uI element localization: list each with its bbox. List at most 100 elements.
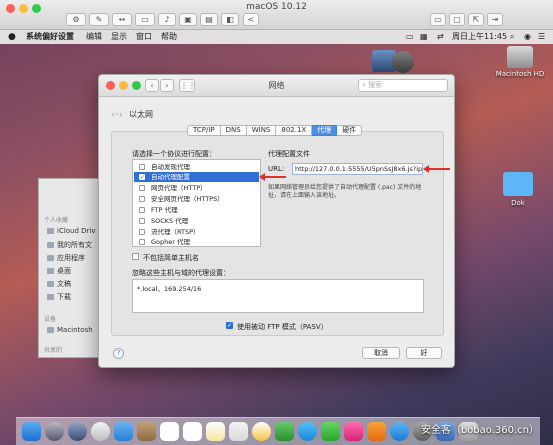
vm-tool-shared-icon[interactable]: ◧ bbox=[221, 13, 239, 26]
exclude-simple-hostnames-checkbox[interactable] bbox=[132, 253, 139, 260]
search-input[interactable]: ⌕ 搜索 bbox=[358, 79, 448, 92]
menu-app[interactable]: 系统偏好设置 bbox=[26, 30, 74, 44]
protocol-label: FTP 代理 bbox=[151, 206, 178, 214]
protocol-ftp[interactable]: FTP 代理 bbox=[134, 205, 259, 215]
itunes-icon[interactable] bbox=[344, 422, 363, 441]
vm-tool-resize-icon[interactable]: ↔ bbox=[112, 13, 132, 26]
vm-tool-fullscreen-icon[interactable]: ⇱ bbox=[468, 13, 484, 26]
tab-tcpip[interactable]: TCP/IP bbox=[187, 125, 221, 136]
cancel-button[interactable]: 取消 bbox=[362, 347, 400, 359]
ok-button[interactable]: 好 bbox=[406, 347, 442, 359]
finder-item-downloads[interactable]: 下载 bbox=[47, 292, 71, 302]
apple-menu-icon[interactable]: ● bbox=[8, 30, 16, 44]
protocol-label: 安全网页代理（HTTPS） bbox=[151, 195, 224, 203]
spotlight-icon[interactable]: ⌕ bbox=[510, 30, 514, 44]
reminders-icon[interactable] bbox=[229, 422, 248, 441]
contacts-icon[interactable] bbox=[137, 422, 156, 441]
messages-icon[interactable] bbox=[298, 422, 317, 441]
protocol-checkbox[interactable] bbox=[139, 164, 145, 170]
app-store-icon[interactable] bbox=[390, 422, 409, 441]
protocol-socks[interactable]: SOCKS 代理 bbox=[134, 216, 259, 226]
protocol-http[interactable]: 网页代理（HTTP） bbox=[134, 183, 259, 193]
desktop-macintosh-hd-label: Macintosh HD bbox=[495, 70, 545, 78]
finder-item-all-files[interactable]: 我的所有文 bbox=[47, 240, 92, 250]
protocol-auto-discovery[interactable]: 自动发现代理 bbox=[134, 162, 259, 172]
url-note-line-2: 址，请在上面输入该地址。 bbox=[268, 192, 341, 199]
cloud-icon bbox=[47, 228, 54, 234]
vm-tool-usb-icon[interactable]: ▤ bbox=[200, 13, 218, 26]
input-menu-icon[interactable]: ▦ bbox=[420, 30, 428, 44]
mail-icon[interactable] bbox=[114, 422, 133, 441]
protocol-checkbox[interactable] bbox=[139, 218, 145, 224]
tab-dns[interactable]: DNS bbox=[220, 125, 247, 136]
finder-item-icloud[interactable]: iCloud Driv bbox=[47, 227, 96, 235]
help-button[interactable]: ? bbox=[113, 348, 124, 359]
protocol-https[interactable]: 安全网页代理（HTTPS） bbox=[134, 194, 259, 204]
menu-view[interactable]: 显示 bbox=[111, 30, 127, 44]
vm-tool-back-icon[interactable]: < bbox=[243, 13, 259, 26]
url-label: URL: bbox=[268, 165, 285, 173]
protocol-prompt: 请选择一个协议进行配置： bbox=[132, 150, 216, 158]
protocol-label: SOCKS 代理 bbox=[151, 217, 189, 225]
protocol-label: 自动发现代理 bbox=[151, 163, 190, 171]
desktop-macintosh-hd[interactable]: Macintosh HD bbox=[492, 46, 548, 78]
desktop-app-icon[interactable] bbox=[392, 51, 414, 73]
protocol-label: 网页代理（HTTP） bbox=[151, 184, 207, 192]
passive-ftp-checkbox[interactable]: ✓ bbox=[226, 322, 233, 329]
tab-wins[interactable]: WINS bbox=[246, 125, 277, 136]
vm-tool-screen-icon[interactable]: ▭ bbox=[430, 13, 446, 26]
calendar-icon[interactable] bbox=[160, 422, 179, 441]
finder-item-applications[interactable]: 应用程序 bbox=[47, 253, 85, 263]
finder-item-documents[interactable]: 文稿 bbox=[47, 279, 71, 289]
protocol-rtsp[interactable]: 流代理（RTSP） bbox=[134, 227, 259, 237]
protocol-checkbox[interactable] bbox=[139, 185, 145, 191]
finder-item-macintosh[interactable]: Macintosh bbox=[47, 326, 93, 334]
finder-section-personal: 个人收藏 bbox=[44, 217, 69, 224]
finder-item-desktop[interactable]: 桌面 bbox=[47, 266, 71, 276]
vm-tool-settings-icon[interactable]: ⚙ bbox=[66, 13, 86, 26]
siri-icon[interactable]: ◉ bbox=[524, 30, 531, 44]
maps-icon[interactable] bbox=[275, 422, 294, 441]
vm-tool-mic-icon[interactable]: ♪ bbox=[158, 13, 176, 26]
menu-window[interactable]: 窗口 bbox=[136, 30, 152, 44]
siri-icon[interactable] bbox=[45, 422, 64, 441]
interface-header: ‹··› 以太网 bbox=[111, 109, 153, 120]
facetime-icon[interactable] bbox=[321, 422, 340, 441]
protocol-checkbox[interactable] bbox=[139, 207, 145, 213]
menu-edit[interactable]: 编辑 bbox=[86, 30, 102, 44]
launchpad-icon[interactable] bbox=[68, 422, 87, 441]
interface-name: 以太网 bbox=[129, 110, 154, 119]
photos-icon[interactable] bbox=[252, 422, 271, 441]
vm-tool-wrench-icon[interactable]: ✎ bbox=[89, 13, 109, 26]
menu-help[interactable]: 帮助 bbox=[161, 30, 177, 44]
desktop-folder[interactable]: Dok bbox=[498, 172, 538, 207]
passive-ftp-label: 使用被动 FTP 模式（PASV） bbox=[237, 323, 328, 331]
safari-icon[interactable] bbox=[91, 422, 110, 441]
bypass-hosts-textarea[interactable]: *.local、169.254/16 bbox=[132, 279, 424, 313]
clock[interactable]: 周日上午11:45 bbox=[452, 30, 507, 44]
pac-url-field[interactable]: http://127.0.0.1:5555/U5pnSsJ8x6.js?ip bbox=[292, 163, 423, 175]
notes-icon[interactable] bbox=[183, 422, 202, 441]
finder-icon[interactable] bbox=[22, 422, 41, 441]
vm-title: macOS 10.12 bbox=[246, 2, 307, 12]
vm-tool-send-icon[interactable]: ⇥ bbox=[487, 13, 503, 26]
protocol-checkbox[interactable] bbox=[139, 229, 145, 235]
protocol-gopher[interactable]: Gopher 代理 bbox=[134, 237, 259, 247]
display-menu-icon[interactable]: ▭ bbox=[406, 30, 414, 44]
protocol-checkbox[interactable]: ✓ bbox=[139, 174, 145, 181]
protocol-checkbox[interactable] bbox=[139, 196, 145, 202]
protocol-auto-config[interactable]: ✓ 自动代理配置 bbox=[134, 172, 259, 182]
finder-item-label: 我的所有文 bbox=[57, 241, 92, 249]
vm-tool-tabs-icon[interactable]: ▭ bbox=[135, 13, 155, 26]
protocol-checkbox[interactable] bbox=[139, 239, 145, 245]
stickies-icon[interactable] bbox=[206, 422, 225, 441]
vm-tool-display-icon[interactable]: ▣ bbox=[179, 13, 197, 26]
tab-hardware[interactable]: 硬件 bbox=[337, 125, 363, 136]
vm-tool-window-icon[interactable]: ▢ bbox=[449, 13, 465, 26]
network-menu-icon[interactable]: ⇄ bbox=[437, 30, 444, 44]
tab-8021x[interactable]: 802.1X bbox=[276, 125, 313, 136]
ibooks-icon[interactable] bbox=[367, 422, 386, 441]
notification-center-icon[interactable]: ☰ bbox=[538, 30, 545, 44]
finder-item-label: 桌面 bbox=[57, 267, 71, 275]
tab-proxies[interactable]: 代理 bbox=[312, 125, 338, 136]
